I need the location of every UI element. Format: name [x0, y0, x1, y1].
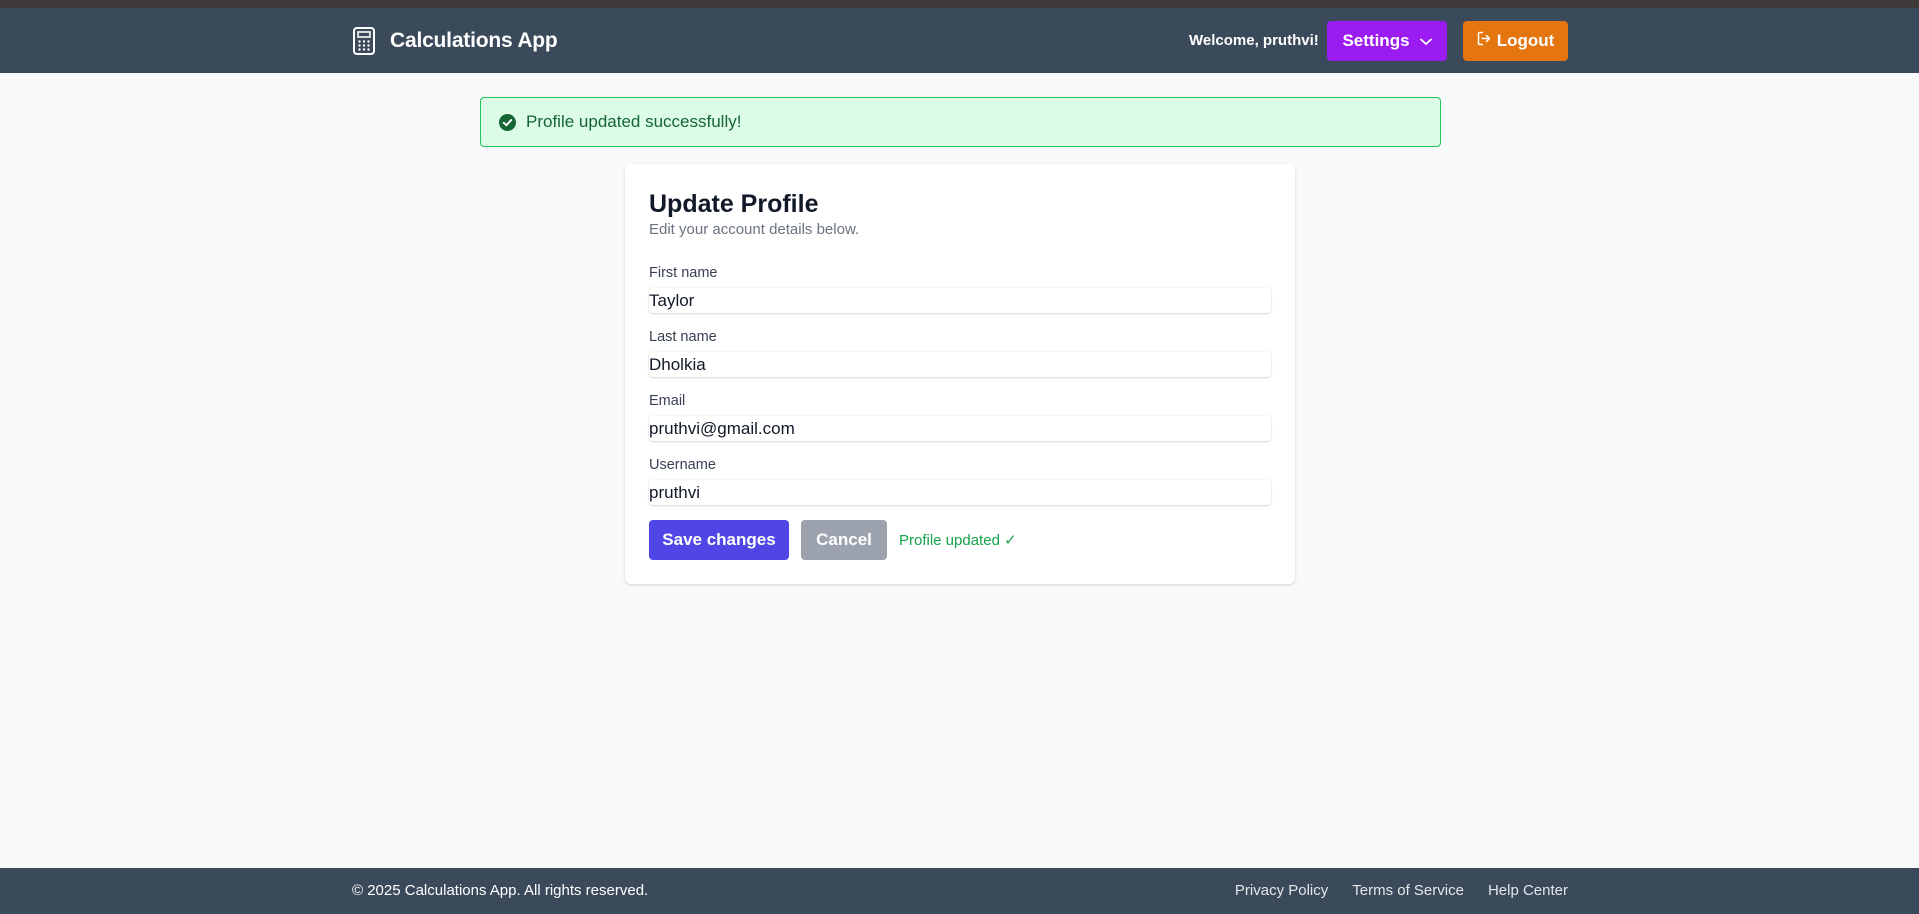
- last-name-label: Last name: [649, 329, 717, 345]
- app-title: Calculations App: [390, 29, 558, 52]
- page-title: Update Profile: [649, 190, 819, 218]
- email-input[interactable]: [649, 416, 1271, 441]
- page-subtitle: Edit your account details below.: [649, 221, 860, 238]
- chevron-down-icon: [1419, 31, 1432, 51]
- settings-button[interactable]: Settings: [1327, 21, 1447, 61]
- email-label: Email: [649, 393, 686, 409]
- navbar: Calculations App Welcome, pruthvi! Setti…: [0, 8, 1919, 73]
- check-circle-icon: [499, 113, 516, 131]
- alert-message: Profile updated successfully!: [526, 112, 742, 131]
- calculator-icon: [352, 27, 378, 55]
- username-label: Username: [649, 457, 716, 473]
- terms-of-service-link[interactable]: Terms of Service: [1352, 882, 1464, 899]
- logout-button[interactable]: Logout: [1463, 21, 1568, 61]
- username-input[interactable]: [649, 480, 1271, 505]
- settings-label: Settings: [1342, 31, 1410, 50]
- last-name-input[interactable]: [649, 352, 1271, 377]
- first-name-label: First name: [649, 265, 718, 281]
- status-message: Profile updated ✓: [899, 532, 1017, 549]
- save-changes-button[interactable]: Save changes: [649, 520, 789, 560]
- success-alert: Profile updated successfully!: [480, 97, 1441, 147]
- help-center-link[interactable]: Help Center: [1488, 882, 1568, 899]
- cancel-button[interactable]: Cancel: [801, 520, 887, 560]
- top-strip: [0, 0, 1919, 8]
- privacy-policy-link[interactable]: Privacy Policy: [1235, 882, 1328, 899]
- copyright-text: © 2025 Calculations App. All rights rese…: [352, 882, 649, 899]
- logout-label: Logout: [1496, 31, 1555, 50]
- footer-links: Privacy Policy Terms of Service Help Cen…: [1235, 882, 1568, 899]
- first-name-input[interactable]: [649, 288, 1271, 313]
- welcome-text: Welcome, pruthvi!: [1189, 32, 1319, 49]
- update-profile-card: Update Profile Edit your account details…: [625, 164, 1295, 584]
- brand[interactable]: Calculations App: [352, 27, 558, 55]
- footer: © 2025 Calculations App. All rights rese…: [0, 868, 1919, 914]
- logout-icon: [1477, 31, 1491, 51]
